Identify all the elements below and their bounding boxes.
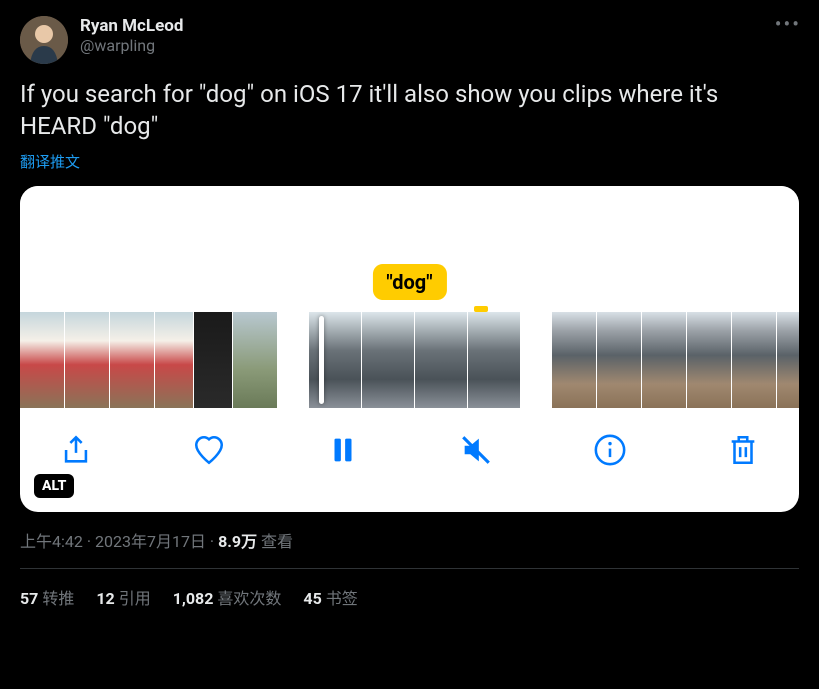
clip-thumbnail[interactable] — [642, 312, 686, 408]
media-toolbar — [20, 408, 799, 492]
share-button[interactable] — [48, 422, 104, 478]
user-handle[interactable]: @warpling — [80, 36, 183, 55]
display-name[interactable]: Ryan McLeod — [80, 16, 183, 36]
tweet-header: Ryan McLeod @warpling — [20, 16, 799, 64]
video-filmstrip[interactable] — [20, 312, 799, 408]
clip-thumbnail[interactable] — [777, 312, 799, 408]
info-button[interactable] — [582, 422, 638, 478]
media-preview-area: "dog" — [20, 186, 799, 312]
clip-thumbnail[interactable] — [597, 312, 641, 408]
delete-button[interactable] — [715, 422, 771, 478]
clip-thumbnail[interactable] — [20, 312, 64, 408]
engagement-stats: 57转推 12引用 1,082喜欢次数 45书签 — [20, 569, 799, 609]
share-icon — [59, 433, 93, 467]
clip-thumbnail[interactable] — [415, 312, 467, 408]
mute-button[interactable] — [448, 422, 504, 478]
likes-stat[interactable]: 1,082喜欢次数 — [173, 585, 282, 609]
pause-button[interactable] — [315, 422, 371, 478]
clip-thumbnail[interactable] — [552, 312, 596, 408]
clip-group — [20, 312, 277, 408]
views-count[interactable]: 8.9万 — [218, 532, 257, 551]
clip-thumbnail[interactable] — [732, 312, 776, 408]
alt-text-badge[interactable]: ALT — [34, 474, 74, 498]
tweet-container: Ryan McLeod @warpling ••• If you search … — [0, 0, 819, 609]
tweet-meta: 上午4:42 · 2023年7月17日 · 8.9万 查看 — [20, 528, 799, 552]
clip-thumbnail[interactable] — [362, 312, 414, 408]
heart-icon — [192, 433, 226, 467]
retweets-stat[interactable]: 57转推 — [20, 585, 74, 609]
pause-icon — [326, 433, 360, 467]
quotes-stat[interactable]: 12引用 — [96, 585, 150, 609]
bookmarks-stat[interactable]: 45书签 — [303, 585, 357, 609]
clip-group — [552, 312, 799, 408]
speaker-muted-icon — [459, 433, 493, 467]
info-icon — [593, 433, 627, 467]
clip-thumbnail[interactable] — [155, 312, 193, 408]
user-info: Ryan McLeod @warpling — [80, 16, 183, 56]
trash-icon — [726, 433, 760, 467]
like-button[interactable] — [181, 422, 237, 478]
media-attachment[interactable]: "dog" — [20, 186, 799, 512]
clip-group — [309, 312, 520, 408]
search-highlight-tag: "dog" — [372, 264, 446, 300]
tweet-text: If you search for "dog" on iOS 17 it'll … — [20, 78, 799, 143]
clip-thumbnail[interactable] — [309, 312, 361, 408]
views-label: 查看 — [261, 532, 293, 551]
avatar-image — [20, 16, 68, 64]
playhead-indicator[interactable] — [319, 316, 324, 404]
clip-thumbnail[interactable] — [110, 312, 154, 408]
clip-thumbnail[interactable] — [194, 312, 232, 408]
clip-thumbnail[interactable] — [233, 312, 277, 408]
more-options-button[interactable]: ••• — [775, 14, 801, 34]
tweet-time[interactable]: 上午4:42 — [20, 532, 83, 551]
clip-thumbnail[interactable] — [687, 312, 731, 408]
translate-link[interactable]: 翻译推文 — [20, 151, 799, 172]
clip-thumbnail[interactable] — [468, 312, 520, 408]
avatar[interactable] — [20, 16, 68, 64]
tweet-date[interactable]: 2023年7月17日 — [95, 532, 206, 551]
clip-thumbnail[interactable] — [65, 312, 109, 408]
